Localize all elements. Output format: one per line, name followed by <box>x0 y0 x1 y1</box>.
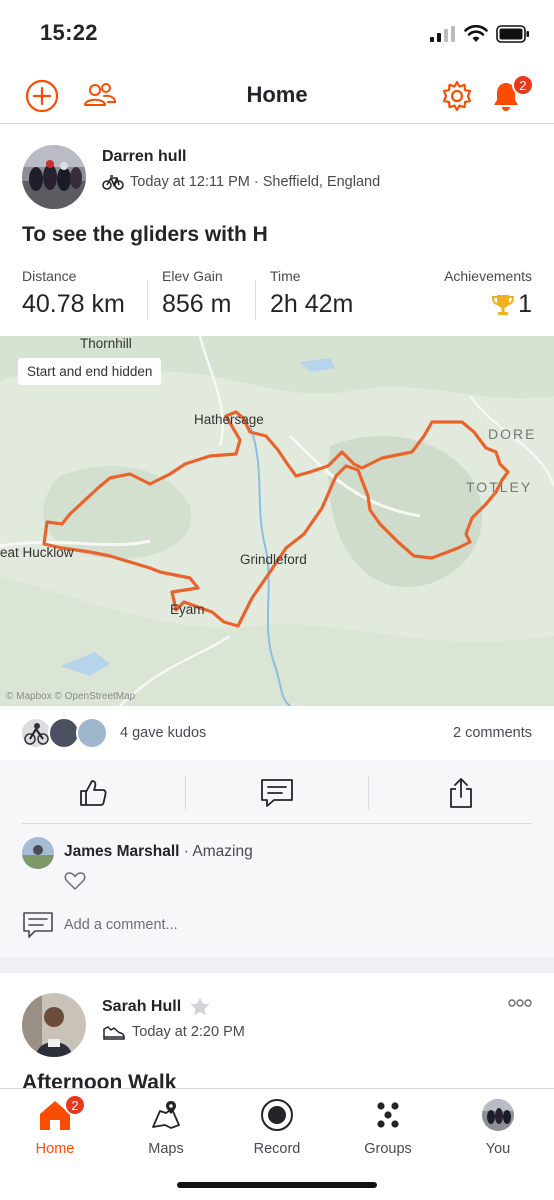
stat-distance: Distance 40.78 km <box>22 268 125 319</box>
more-icon[interactable] <box>508 999 532 1007</box>
achievements-count: 1 <box>518 290 532 318</box>
tab-groups[interactable]: Groups <box>333 1095 443 1161</box>
notification-badge: 2 <box>512 74 534 96</box>
status-icons <box>430 22 530 46</box>
tab-label: You <box>485 1141 511 1157</box>
map-label-eyam: Eyam <box>170 602 205 617</box>
stat-value: 856 m <box>162 290 232 318</box>
bike-icon <box>102 175 124 190</box>
profile-avatar <box>482 1099 514 1131</box>
battery-icon <box>496 25 529 43</box>
profile-photo <box>482 1099 514 1131</box>
kudos-count[interactable]: 4 gave kudos <box>120 725 206 741</box>
activity-meta-text: Today at 12:11 PM · Sheffield, England <box>130 174 381 190</box>
map-label-hathersage: Hathersage <box>194 412 264 427</box>
activity-meta: Today at 12:11 PM · Sheffield, England <box>102 174 380 190</box>
achievements-value: 1 <box>444 290 532 319</box>
stat-label: Achievements <box>444 268 532 284</box>
wifi-icon <box>464 25 488 42</box>
panel-divider <box>22 823 532 824</box>
home-badge: 2 <box>64 1094 86 1116</box>
cyclist-photo <box>24 723 49 745</box>
home-indicator[interactable] <box>177 1182 377 1188</box>
tab-maps[interactable]: Maps <box>111 1095 221 1161</box>
comment-like-button[interactable] <box>64 871 86 896</box>
tab-you[interactable]: You <box>443 1095 553 1161</box>
stat-time: Time 2h 42m <box>270 268 353 319</box>
stat-label: Elev Gain <box>162 268 223 284</box>
kudos-row[interactable]: 4 gave kudos 2 comments <box>0 706 554 760</box>
social-panel: James Marshall · Amazing Add a comment..… <box>0 760 554 958</box>
commenter-photo <box>22 845 54 869</box>
athlete-avatar[interactable] <box>22 145 86 209</box>
kudos-button[interactable] <box>0 768 185 818</box>
tab-record[interactable]: Record <box>222 1095 332 1161</box>
map-label-great-hucklow: eat Hucklow <box>0 545 74 560</box>
stat-divider <box>147 280 148 320</box>
gear-icon <box>442 80 472 112</box>
avatar-photo <box>22 993 86 1057</box>
activity-card[interactable]: Sarah Hull Today at 2:20 PM Afternoon Wa… <box>0 973 554 1088</box>
tab-home[interactable]: 2 Home <box>0 1094 110 1161</box>
route-map[interactable]: Start and end hidden Thornhill Hathersag… <box>0 336 554 706</box>
stat-elev-gain: Elev Gain 856 m <box>162 268 231 319</box>
tab-label: Home <box>35 1141 75 1157</box>
share-icon <box>450 778 472 808</box>
comment-button[interactable] <box>185 768 368 818</box>
athlete-avatar[interactable] <box>22 993 86 1057</box>
heart-icon <box>64 872 86 890</box>
activity-card[interactable]: Darren hull Today at 12:11 PM · Sheffiel… <box>0 125 554 958</box>
privacy-chip: Start and end hidden <box>18 358 162 385</box>
kudos-avatar[interactable] <box>76 717 108 749</box>
signal-icon <box>430 26 455 42</box>
athlete-name[interactable]: Darren hull <box>102 148 186 166</box>
add-comment-input[interactable]: Add a comment... <box>64 917 178 933</box>
map-canvas <box>0 336 554 706</box>
map-icon <box>152 1101 180 1129</box>
activity-title[interactable]: To see the gliders with H <box>22 223 268 247</box>
add-comment-icon-wrap[interactable] <box>22 911 54 944</box>
comment: James Marshall · Amazing <box>64 843 253 861</box>
record-icon <box>261 1099 293 1131</box>
athlete-name-row: Sarah Hull <box>102 996 211 1018</box>
groups-icon <box>377 1102 399 1128</box>
notifications-button[interactable]: 2 <box>486 74 534 116</box>
activity-feed[interactable]: Darren hull Today at 12:11 PM · Sheffiel… <box>0 125 554 1088</box>
comment-icon <box>260 779 293 807</box>
map-attribution[interactable]: © Mapbox © OpenStreetMap <box>6 691 135 702</box>
tab-label: Record <box>253 1141 301 1157</box>
stat-divider <box>255 280 256 320</box>
stat-label: Time <box>270 268 301 284</box>
comment-icon <box>23 912 53 938</box>
settings-button[interactable] <box>437 76 477 116</box>
athlete-name[interactable]: Sarah Hull <box>102 998 181 1016</box>
activity-title[interactable]: Afternoon Walk <box>22 1071 176 1088</box>
tab-label: Groups <box>364 1141 412 1157</box>
stat-value: 40.78 km <box>22 290 125 318</box>
activity-meta-text: Today at 2:20 PM <box>132 1024 245 1040</box>
map-label-dore: DORE <box>488 426 537 442</box>
comment-author[interactable]: James Marshall <box>64 843 179 860</box>
app-header: Home 2 <box>0 64 554 124</box>
activity-meta: Today at 2:20 PM <box>102 1024 245 1040</box>
stat-label: Distance <box>22 268 77 284</box>
comment-text: · Amazing <box>183 843 253 860</box>
avatar-photo <box>22 145 86 209</box>
shoe-icon <box>103 1026 125 1040</box>
status-time: 15:22 <box>40 20 98 45</box>
status-bar: 15:22 <box>0 0 554 64</box>
activity-stats: Distance 40.78 km Elev Gain 856 m Time 2… <box>0 268 554 328</box>
star-icon[interactable] <box>189 996 211 1018</box>
trophy-icon <box>492 294 515 315</box>
comments-count[interactable]: 2 comments <box>453 725 532 741</box>
share-button[interactable] <box>368 768 554 818</box>
map-label-thornhill: Thornhill <box>80 336 132 351</box>
thumbs-up-icon <box>79 780 107 806</box>
map-label-totley: TOTLEY <box>466 479 533 495</box>
map-label-grindleford: Grindleford <box>240 552 307 567</box>
tab-label: Maps <box>148 1141 184 1157</box>
stat-value: 2h 42m <box>270 290 354 318</box>
stat-achievements: Achievements 1 <box>444 268 532 319</box>
commenter-avatar[interactable] <box>22 837 54 869</box>
